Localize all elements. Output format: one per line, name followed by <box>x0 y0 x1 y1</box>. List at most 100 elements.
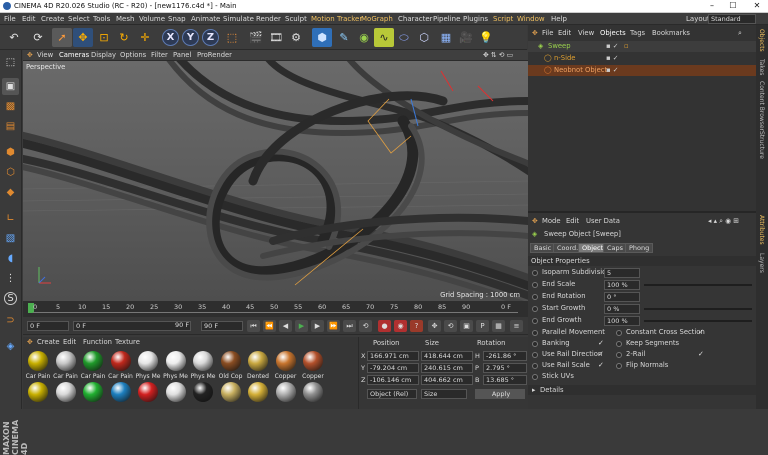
go-to-start-button[interactable]: ⏮ <box>247 320 260 332</box>
make-editable-button[interactable]: ⬚ <box>2 54 19 71</box>
object-menu-tags[interactable]: Tags <box>630 29 645 37</box>
menu-motion-tracker[interactable]: Motion Tracker <box>311 15 362 23</box>
position-x-field[interactable]: 166.971 cm <box>367 351 419 361</box>
menu-pipeline[interactable]: Pipeline <box>433 15 460 23</box>
move-key-button[interactable]: ✥ <box>428 320 441 332</box>
material-swatch[interactable] <box>218 381 244 415</box>
viewport-menu-cameras[interactable]: Cameras <box>59 51 89 59</box>
menu-select[interactable]: Select <box>68 15 90 23</box>
timeline-menu-button[interactable]: ≡ <box>510 320 523 332</box>
side-tab-objects[interactable]: Objects <box>758 29 765 52</box>
material-menu-texture[interactable]: Texture <box>115 338 140 346</box>
spline-button[interactable]: ∿ <box>374 28 394 47</box>
animate-dot[interactable] <box>532 282 538 288</box>
go-to-end-button[interactable]: ⏭ <box>343 320 356 332</box>
solo-button[interactable]: ◖ <box>2 250 19 267</box>
menu-simulate[interactable]: Simulate <box>223 15 254 23</box>
rotation-h-field[interactable]: -261.86 ° <box>483 351 527 361</box>
material-swatch[interactable]: Phys Me <box>190 350 216 384</box>
animate-dot[interactable] <box>532 374 538 380</box>
play-button[interactable]: ▶ <box>295 320 308 332</box>
side-tab-structure[interactable]: Structure <box>758 131 765 159</box>
prev-key-button[interactable]: ⏪ <box>263 320 276 332</box>
layout-select[interactable]: Standard <box>708 14 756 24</box>
render-settings-button[interactable]: ⚙ <box>286 28 306 47</box>
magnet-button[interactable]: ⊃ <box>2 312 19 329</box>
constant-cross-section-checkbox[interactable]: ✓ <box>698 328 704 336</box>
menu-sculpt[interactable]: Sculpt <box>285 15 307 23</box>
object-menu-file[interactable]: File <box>542 29 553 37</box>
material-swatch[interactable]: Car Pain <box>80 350 106 384</box>
use-rail-direction-checkbox[interactable]: ✓ <box>598 350 604 358</box>
timeline[interactable]: 0 5 10 15 20 25 30 35 40 45 50 55 60 65 … <box>23 301 528 317</box>
menu-file[interactable]: File <box>4 15 16 23</box>
light-button[interactable]: 💡 <box>476 28 496 47</box>
render-region-button[interactable]: 🎬 <box>246 28 266 47</box>
object-move-icon[interactable]: ✥ <box>532 29 538 37</box>
object-row[interactable]: ◈ Sweep ▪ ✓ ▫ <box>528 41 756 52</box>
transform-tool-button[interactable]: ✛ <box>135 28 155 47</box>
minimize-button[interactable]: – <box>705 1 719 11</box>
material-swatch[interactable] <box>190 381 216 415</box>
layer-button[interactable]: ◈ <box>2 338 19 355</box>
subdivision-button[interactable]: ◉ <box>354 28 374 47</box>
viewport-menu-options[interactable]: Options <box>120 51 146 59</box>
animate-dot[interactable] <box>532 306 538 312</box>
object-menu-view[interactable]: View <box>578 29 594 37</box>
material-swatch[interactable] <box>25 381 51 415</box>
animate-dot[interactable] <box>532 294 538 300</box>
menu-edit[interactable]: Edit <box>22 15 36 23</box>
scale-key-button[interactable]: ▣ <box>460 320 473 332</box>
end-growth-field[interactable]: 100 % <box>604 316 640 326</box>
attr-nav-icons[interactable]: ◂ ▴ ⌕ ◉ ⊞ <box>708 217 739 226</box>
material-swatch[interactable] <box>108 381 134 415</box>
param-key-button[interactable]: P <box>476 320 489 332</box>
points-mode-button[interactable]: ⬢ <box>2 144 19 161</box>
menu-volume[interactable]: Volume <box>139 15 165 23</box>
redo-button[interactable]: ⟳ <box>28 28 48 47</box>
texture-mode-button[interactable]: ▩ <box>2 98 19 115</box>
attr-move-icon[interactable]: ✥ <box>532 217 538 225</box>
snap-button[interactable]: S <box>2 290 19 307</box>
material-swatch[interactable]: Copper <box>273 350 299 384</box>
menu-mograph[interactable]: MoGraph <box>361 15 393 23</box>
animate-dot[interactable] <box>532 270 538 276</box>
coordinate-mode-select[interactable]: Object (Rel) <box>367 389 417 399</box>
apply-button[interactable]: Apply <box>475 389 525 399</box>
undo-button[interactable]: ↶ <box>4 28 24 47</box>
size-mode-select[interactable]: Size <box>421 389 467 399</box>
soft-selection-button[interactable]: ⋮ <box>2 270 19 287</box>
prev-frame-button[interactable]: ◀ <box>279 320 292 332</box>
select-tool-button[interactable]: ➚ <box>52 28 72 47</box>
side-tab-content-browser[interactable]: Content Browser <box>758 81 765 131</box>
visibility-icon[interactable]: ▪ ✓ <box>606 42 618 50</box>
floor-button[interactable]: ▦ <box>436 28 456 47</box>
material-swatch[interactable]: Phys Me <box>135 350 161 384</box>
move-tool-button[interactable]: ✥ <box>73 28 93 47</box>
size-y-field[interactable]: 240.615 cm <box>421 363 473 373</box>
end-scale-slider[interactable] <box>644 284 752 286</box>
autokey-button[interactable]: ◉ <box>394 320 407 332</box>
object-search-icon[interactable]: ⌕ <box>738 29 742 38</box>
menu-window[interactable]: Window <box>517 15 545 23</box>
object-row[interactable]: ◯ Neobnot Object ▪ ✓ <box>528 65 756 76</box>
menu-snap[interactable]: Snap <box>168 15 186 23</box>
material-swatch[interactable]: Old Cop <box>218 350 244 384</box>
side-tab-takes[interactable]: Takes <box>758 59 765 75</box>
tab-basic[interactable]: Basic <box>530 243 556 253</box>
rotate-key-button[interactable]: ⟲ <box>444 320 457 332</box>
render-view-button[interactable]: 🎞 <box>266 28 286 47</box>
viewport-menu-view[interactable]: View <box>37 51 53 59</box>
material-swatch[interactable] <box>135 381 161 415</box>
viewport-move-icon[interactable]: ✥ <box>27 51 33 59</box>
axis-mode-button[interactable]: ∟ <box>2 210 19 227</box>
viewport-menu-prorender[interactable]: ProRender <box>197 51 232 59</box>
object-menu-bookmarks[interactable]: Bookmarks <box>652 29 690 37</box>
attr-menu-mode[interactable]: Mode <box>542 217 561 225</box>
array-button[interactable]: ⬡ <box>414 28 434 47</box>
end-rotation-field[interactable]: 0 ° <box>604 292 640 302</box>
nurbs-button[interactable]: ⬭ <box>394 28 414 47</box>
animate-dot[interactable] <box>532 363 538 369</box>
viewport[interactable]: Perspective Grid Spacing : 1000 cm <box>23 61 528 301</box>
material-menu-edit[interactable]: Edit <box>63 338 76 346</box>
